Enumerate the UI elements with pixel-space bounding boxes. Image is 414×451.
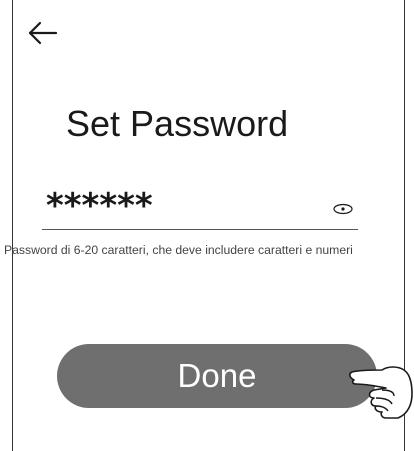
password-field[interactable]: ****** <box>42 186 358 230</box>
done-button[interactable]: Done <box>57 344 377 408</box>
back-button[interactable] <box>28 18 60 48</box>
pointing-hand-icon <box>346 356 414 420</box>
password-hint: Password di 6-20 caratteri, che deve inc… <box>4 243 353 257</box>
password-input-value[interactable]: ****** <box>46 186 153 226</box>
eye-icon[interactable] <box>330 200 356 218</box>
arrow-left-icon <box>28 21 58 45</box>
page-title: Set Password <box>66 103 289 144</box>
